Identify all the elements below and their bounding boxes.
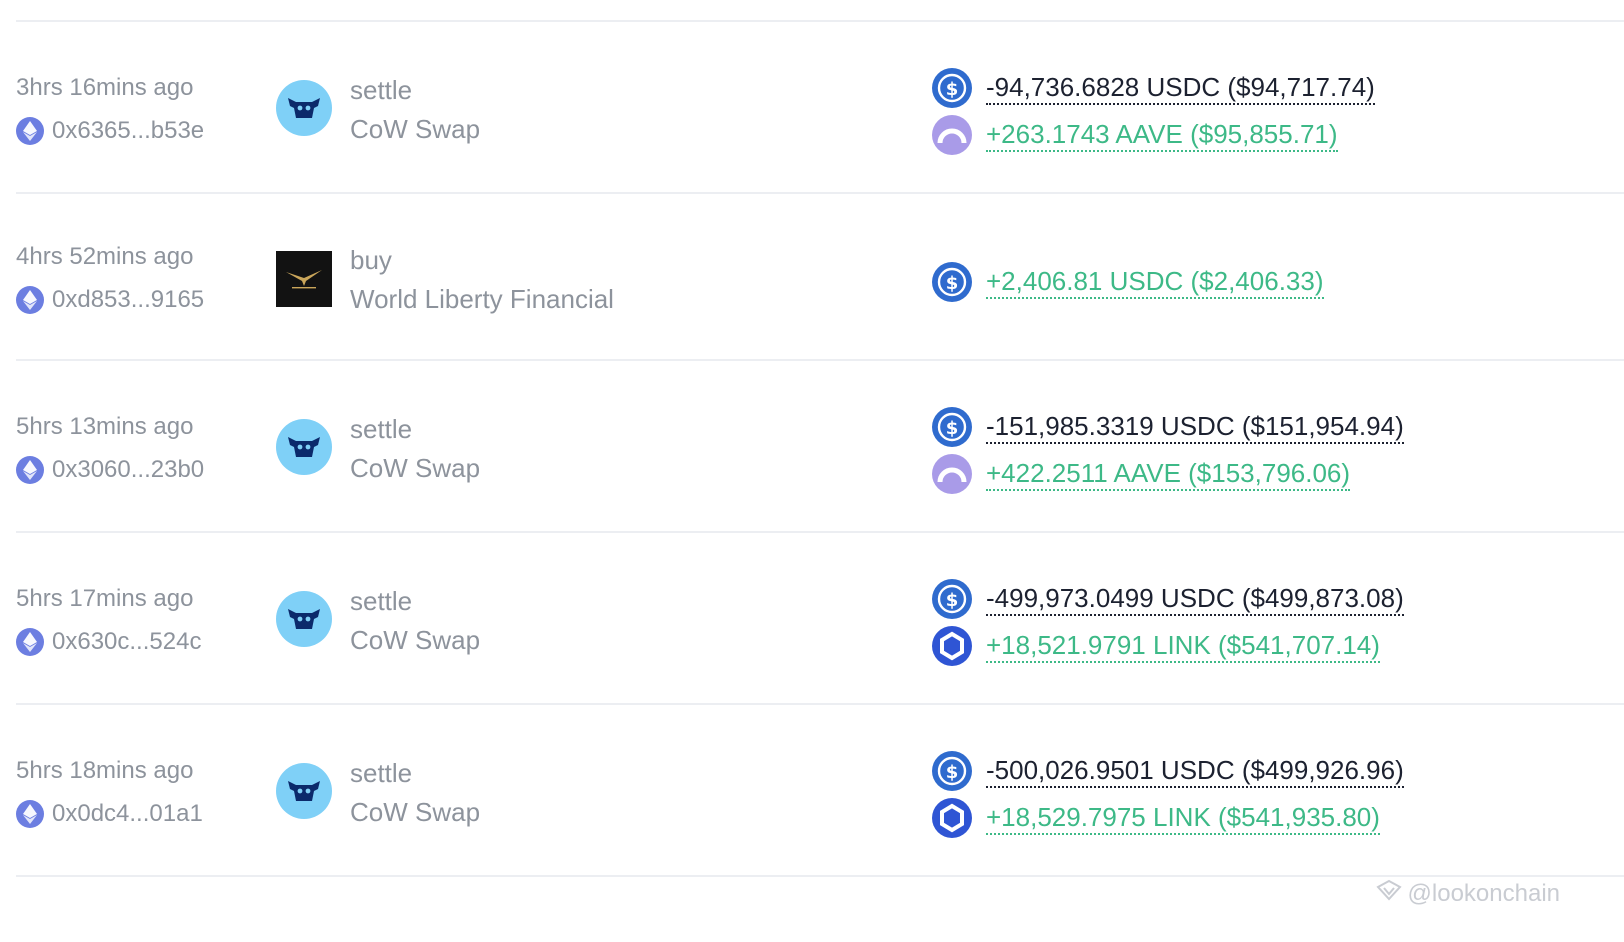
tx-hash[interactable]: 0x3060...23b0 xyxy=(16,456,204,484)
divider xyxy=(16,703,1624,705)
watermark-text: @lookonchain xyxy=(1407,879,1560,907)
usdc-icon: $ xyxy=(932,751,972,791)
svg-text:$: $ xyxy=(946,273,959,294)
tx-hash[interactable]: 0x0dc4...01a1 xyxy=(16,800,203,828)
svg-text:$: $ xyxy=(946,418,959,439)
svg-text:$: $ xyxy=(946,590,959,611)
link-icon xyxy=(932,626,972,666)
ethereum-icon xyxy=(16,628,44,656)
tx-hash[interactable]: 0x630c...524c xyxy=(16,628,201,656)
tx-method: settle xyxy=(350,758,413,788)
token-transfer[interactable]: $ -151,985.3319 USDC ($151,954.94) xyxy=(932,407,1404,447)
token-amount[interactable]: -151,985.3319 USDC ($151,954.94) xyxy=(986,411,1404,444)
cow-swap-logo xyxy=(276,763,332,819)
tx-hash-label[interactable]: 0x6365...b53e xyxy=(52,117,204,145)
token-transfer[interactable]: $ -500,026.9501 USDC ($499,926.96) xyxy=(932,751,1404,791)
divider xyxy=(16,20,1624,22)
aave-icon xyxy=(932,115,972,155)
tx-time: 5hrs 18mins ago xyxy=(16,757,194,784)
tx-method: buy xyxy=(350,245,392,275)
tx-method: settle xyxy=(350,586,413,616)
token-amount[interactable]: +18,529.7975 LINK ($541,935.80) xyxy=(986,802,1380,835)
tx-hash-label[interactable]: 0x3060...23b0 xyxy=(52,456,204,484)
usdc-icon: $ xyxy=(932,579,972,619)
svg-text:$: $ xyxy=(946,79,959,100)
tx-time: 3hrs 16mins ago xyxy=(16,74,194,101)
tx-time: 4hrs 52mins ago xyxy=(16,243,194,270)
tx-method: settle xyxy=(350,75,413,105)
token-amount[interactable]: +422.2511 AAVE ($153,796.06) xyxy=(986,458,1351,491)
svg-text:$: $ xyxy=(946,762,959,783)
protocol-name[interactable]: CoW Swap xyxy=(350,797,480,827)
usdc-icon: $ xyxy=(932,262,972,302)
usdc-icon: $ xyxy=(932,68,972,108)
divider xyxy=(16,192,1624,194)
divider xyxy=(16,875,1624,877)
tx-time: 5hrs 17mins ago xyxy=(16,585,194,612)
protocol-name[interactable]: CoW Swap xyxy=(350,625,480,655)
tx-hash-label[interactable]: 0x630c...524c xyxy=(52,628,201,656)
link-icon xyxy=(932,798,972,838)
protocol-name[interactable]: CoW Swap xyxy=(350,453,480,483)
cow-swap-logo xyxy=(276,591,332,647)
divider xyxy=(16,359,1624,361)
protocol-name[interactable]: World Liberty Financial xyxy=(350,284,614,314)
token-transfer[interactable]: +263.1743 AAVE ($95,855.71) xyxy=(932,115,1338,155)
cow-swap-logo xyxy=(276,80,332,136)
ethereum-icon xyxy=(16,800,44,828)
token-transfer[interactable]: +18,521.9791 LINK ($541,707.14) xyxy=(932,626,1380,666)
aave-icon xyxy=(932,454,972,494)
ethereum-icon xyxy=(16,286,44,314)
lookonchain-logo-icon xyxy=(1375,879,1402,908)
tx-hash-label[interactable]: 0x0dc4...01a1 xyxy=(52,800,203,828)
tx-hash-label[interactable]: 0xd853...9165 xyxy=(52,286,204,314)
token-amount[interactable]: +18,521.9791 LINK ($541,707.14) xyxy=(986,630,1380,663)
token-amount[interactable]: +2,406.81 USDC ($2,406.33) xyxy=(986,266,1324,299)
world-liberty-financial-logo xyxy=(276,251,332,307)
transaction-list: 3hrs 16mins ago 0x6365...b53e settle CoW… xyxy=(0,0,1624,942)
token-amount[interactable]: +263.1743 AAVE ($95,855.71) xyxy=(986,119,1338,152)
tx-time: 5hrs 13mins ago xyxy=(16,413,194,440)
token-transfer[interactable]: +422.2511 AAVE ($153,796.06) xyxy=(932,454,1351,494)
ethereum-icon xyxy=(16,456,44,484)
watermark: @lookonchain xyxy=(1375,879,1560,908)
cow-swap-logo xyxy=(276,419,332,475)
divider xyxy=(16,531,1624,533)
tx-hash[interactable]: 0x6365...b53e xyxy=(16,117,204,145)
tx-hash[interactable]: 0xd853...9165 xyxy=(16,286,204,314)
token-transfer[interactable]: $ -499,973.0499 USDC ($499,873.08) xyxy=(932,579,1404,619)
token-transfer[interactable]: $ -94,736.6828 USDC ($94,717.74) xyxy=(932,68,1375,108)
tx-method: settle xyxy=(350,414,413,444)
token-amount[interactable]: -500,026.9501 USDC ($499,926.96) xyxy=(986,755,1404,788)
usdc-icon: $ xyxy=(932,407,972,447)
token-transfer[interactable]: $ +2,406.81 USDC ($2,406.33) xyxy=(932,262,1324,302)
ethereum-icon xyxy=(16,117,44,145)
protocol-name[interactable]: CoW Swap xyxy=(350,114,480,144)
token-amount[interactable]: -499,973.0499 USDC ($499,873.08) xyxy=(986,583,1404,616)
token-amount[interactable]: -94,736.6828 USDC ($94,717.74) xyxy=(986,72,1375,105)
token-transfer[interactable]: +18,529.7975 LINK ($541,935.80) xyxy=(932,798,1380,838)
